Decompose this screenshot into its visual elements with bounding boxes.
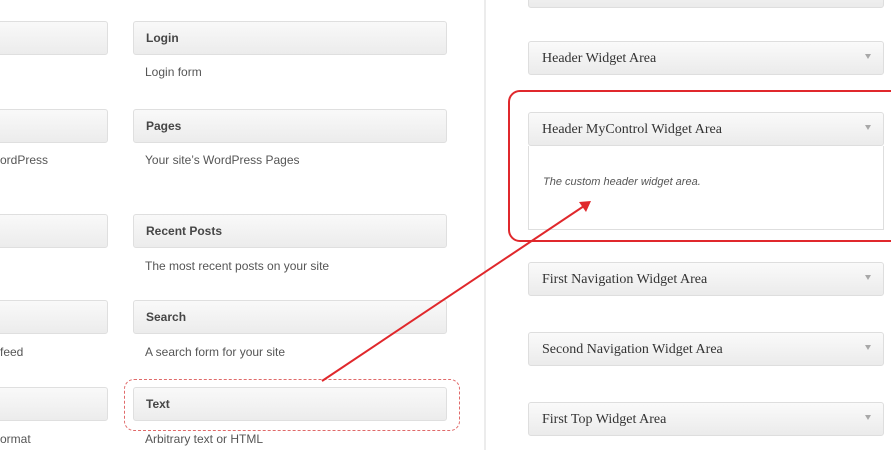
drag-arrow-icon xyxy=(321,201,591,382)
